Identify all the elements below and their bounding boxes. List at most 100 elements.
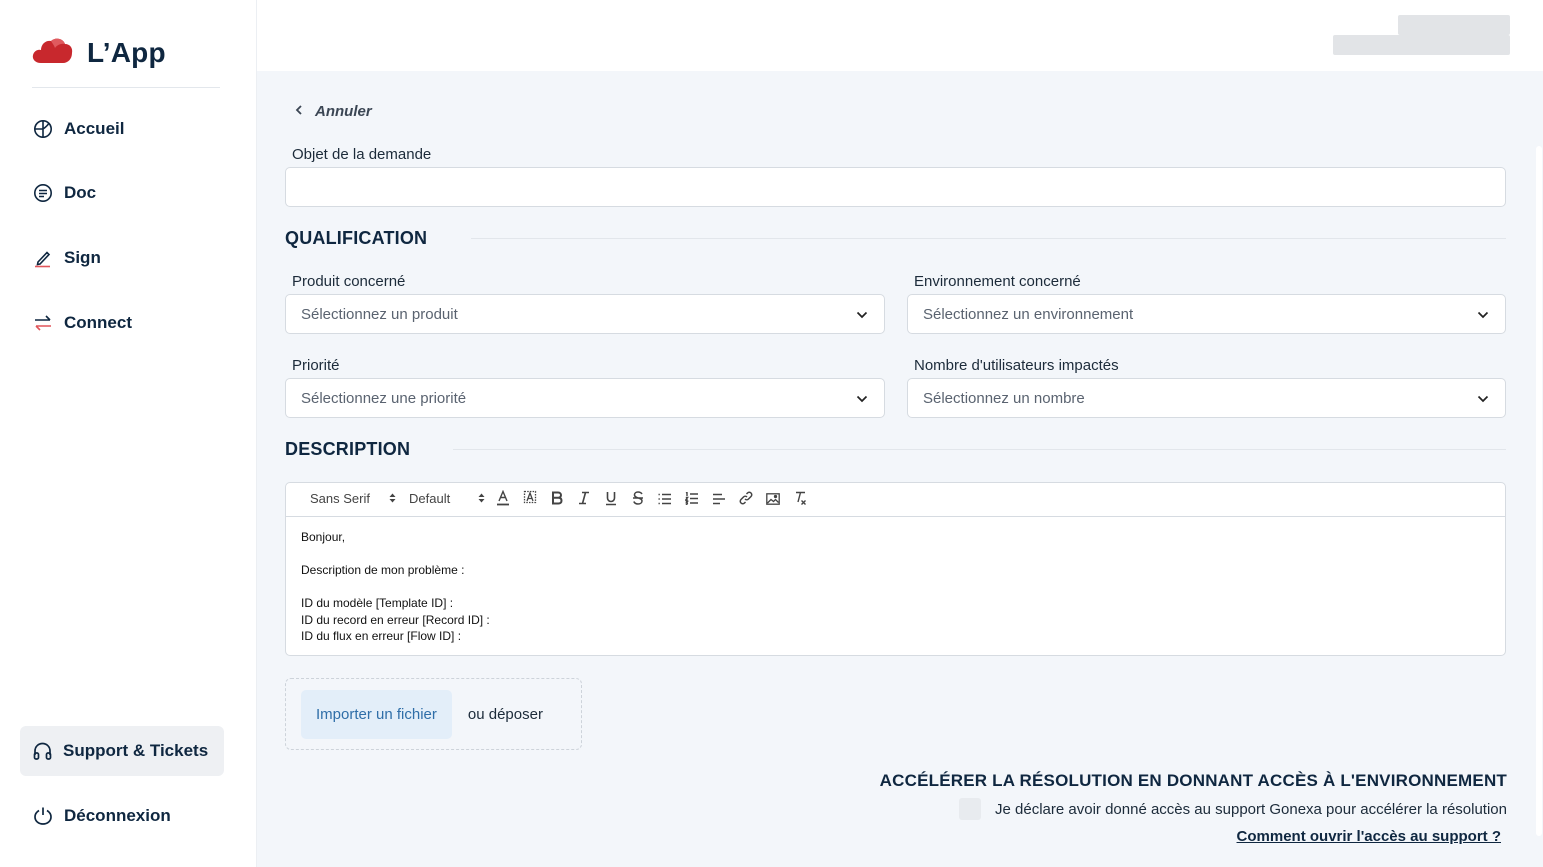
description-editor[interactable]: Sans Serif Default Bonjour, Description … bbox=[285, 482, 1506, 656]
clear-format-button[interactable] bbox=[786, 488, 813, 512]
support-access-help-link[interactable]: Comment ouvrir l'accès au support ? bbox=[1237, 828, 1501, 845]
editor-line bbox=[301, 579, 1490, 596]
bullet-list-icon bbox=[658, 492, 672, 508]
drop-hint: ou déposer bbox=[467, 705, 543, 723]
strikethrough-icon bbox=[632, 491, 644, 508]
sidebar-item-support[interactable]: Support & Tickets bbox=[20, 726, 224, 776]
users-label: Nombre d'utilisateurs impactés bbox=[914, 357, 1119, 374]
bullet-list-button[interactable] bbox=[651, 488, 678, 512]
editor-toolbar: Sans Serif Default bbox=[286, 483, 1505, 517]
user-email-redacted bbox=[1333, 35, 1510, 55]
editor-line: ID du flux en erreur [Flow ID] : bbox=[301, 629, 462, 643]
sidebar-item-label: Accueil bbox=[64, 118, 125, 138]
image-icon bbox=[765, 492, 780, 508]
qualification-title: QUALIFICATION bbox=[285, 228, 428, 248]
app-logo[interactable]: L’App bbox=[32, 36, 166, 69]
background-color-button[interactable] bbox=[516, 488, 543, 512]
sidebar-item-label: Support & Tickets bbox=[63, 741, 209, 760]
headphones-icon bbox=[32, 741, 53, 762]
globe-icon bbox=[32, 118, 53, 139]
priority-label: Priorité bbox=[292, 357, 340, 374]
user-name-redacted bbox=[1398, 15, 1510, 35]
priority-placeholder: Sélectionnez une priorité bbox=[301, 389, 467, 407]
cancel-label: Annuler bbox=[315, 103, 372, 120]
chevron-down-icon bbox=[1477, 390, 1489, 407]
ordered-list-button[interactable] bbox=[678, 488, 705, 512]
description-divider bbox=[453, 449, 1506, 450]
access-section-title: ACCÉLÉRER LA RÉSOLUTION EN DONNANT ACCÈS… bbox=[879, 771, 1507, 790]
editor-line: ID du record en erreur [Record ID] : bbox=[301, 612, 490, 627]
description-title: DESCRIPTION bbox=[285, 439, 411, 459]
access-checkbox[interactable] bbox=[959, 798, 982, 820]
product-select[interactable]: Sélectionnez un produit bbox=[285, 294, 885, 334]
chevron-left-icon bbox=[295, 103, 303, 120]
access-consent[interactable]: Je déclare avoir donné accès au support … bbox=[959, 798, 1507, 820]
scrollbar[interactable] bbox=[1535, 71, 1543, 867]
chevron-down-icon bbox=[1477, 306, 1489, 323]
sidebar-item-accueil[interactable]: Accueil bbox=[32, 118, 124, 139]
users-placeholder: Sélectionnez un nombre bbox=[923, 389, 1085, 407]
font-family-value: Sans Serif bbox=[310, 490, 370, 506]
underline-icon bbox=[605, 491, 617, 509]
sidebar-item-doc[interactable]: Doc bbox=[32, 182, 96, 203]
product-label: Produit concerné bbox=[292, 273, 406, 290]
sidebar-item-connect[interactable]: Connect bbox=[32, 312, 132, 333]
link-icon bbox=[739, 491, 753, 508]
sidebar-item-label: Doc bbox=[64, 182, 97, 202]
sidebar: L’App Accueil Doc Sign Connect Support &… bbox=[0, 0, 257, 867]
product-placeholder: Sélectionnez un produit bbox=[301, 305, 458, 323]
environment-select[interactable]: Sélectionnez un environnement bbox=[907, 294, 1506, 334]
power-icon bbox=[32, 805, 53, 826]
document-icon bbox=[32, 182, 53, 203]
bold-button[interactable] bbox=[543, 488, 570, 512]
cloud-logo-icon bbox=[32, 36, 73, 69]
top-bar bbox=[257, 0, 1543, 71]
strike-button[interactable] bbox=[624, 488, 651, 512]
access-checkbox-label: Je déclare avoir donné accès au support … bbox=[995, 800, 1507, 818]
editor-line: Description de mon problème : bbox=[301, 563, 465, 577]
pen-icon bbox=[32, 247, 53, 268]
scrollbar-thumb[interactable] bbox=[1536, 146, 1542, 836]
qualification-divider bbox=[471, 238, 1506, 239]
sidebar-item-label: Déconnexion bbox=[64, 805, 171, 825]
cancel-link[interactable]: Annuler bbox=[295, 103, 372, 120]
chevron-down-icon bbox=[856, 306, 868, 323]
environment-label: Environnement concerné bbox=[914, 273, 1081, 290]
font-size-select[interactable]: Default bbox=[409, 491, 485, 506]
align-button[interactable] bbox=[705, 488, 732, 512]
file-dropzone[interactable]: Importer un fichier ou déposer bbox=[285, 678, 582, 750]
editor-content[interactable]: Bonjour, Description de mon problème : I… bbox=[286, 517, 1505, 657]
highlight-icon bbox=[523, 490, 537, 509]
sidebar-item-label: Connect bbox=[64, 312, 132, 332]
updown-icon bbox=[389, 491, 396, 506]
ordered-list-icon bbox=[683, 490, 699, 508]
chevron-down-icon bbox=[856, 390, 868, 407]
environment-placeholder: Sélectionnez un environnement bbox=[923, 305, 1134, 323]
underline-button[interactable] bbox=[597, 488, 624, 512]
editor-line: ID du modèle [Template ID] : bbox=[301, 596, 454, 610]
priority-select[interactable]: Sélectionnez une priorité bbox=[285, 378, 885, 418]
app-name: L’App bbox=[87, 36, 166, 68]
subject-label: Objet de la demande bbox=[292, 146, 432, 163]
font-family-select[interactable]: Sans Serif bbox=[310, 491, 396, 506]
logo-divider bbox=[32, 87, 220, 88]
bold-icon bbox=[551, 491, 563, 508]
align-left-icon bbox=[712, 492, 726, 508]
import-file-button[interactable]: Importer un fichier bbox=[301, 689, 452, 739]
users-select[interactable]: Sélectionnez un nombre bbox=[907, 378, 1506, 418]
logout-button[interactable]: Déconnexion bbox=[32, 805, 171, 826]
editor-line bbox=[301, 546, 1490, 563]
text-color-button[interactable] bbox=[489, 488, 516, 512]
link-button[interactable] bbox=[732, 488, 759, 512]
updown-icon bbox=[478, 491, 485, 506]
font-size-value: Default bbox=[409, 490, 451, 506]
italic-button[interactable] bbox=[570, 488, 597, 512]
sidebar-item-sign[interactable]: Sign bbox=[32, 247, 101, 268]
sidebar-item-label: Sign bbox=[64, 247, 101, 267]
subject-input[interactable] bbox=[285, 167, 1506, 207]
image-button[interactable] bbox=[759, 488, 786, 512]
text-color-icon bbox=[496, 489, 510, 509]
editor-line: Bonjour, bbox=[301, 530, 346, 544]
italic-icon bbox=[578, 491, 590, 508]
arrows-exchange-icon bbox=[32, 312, 53, 333]
